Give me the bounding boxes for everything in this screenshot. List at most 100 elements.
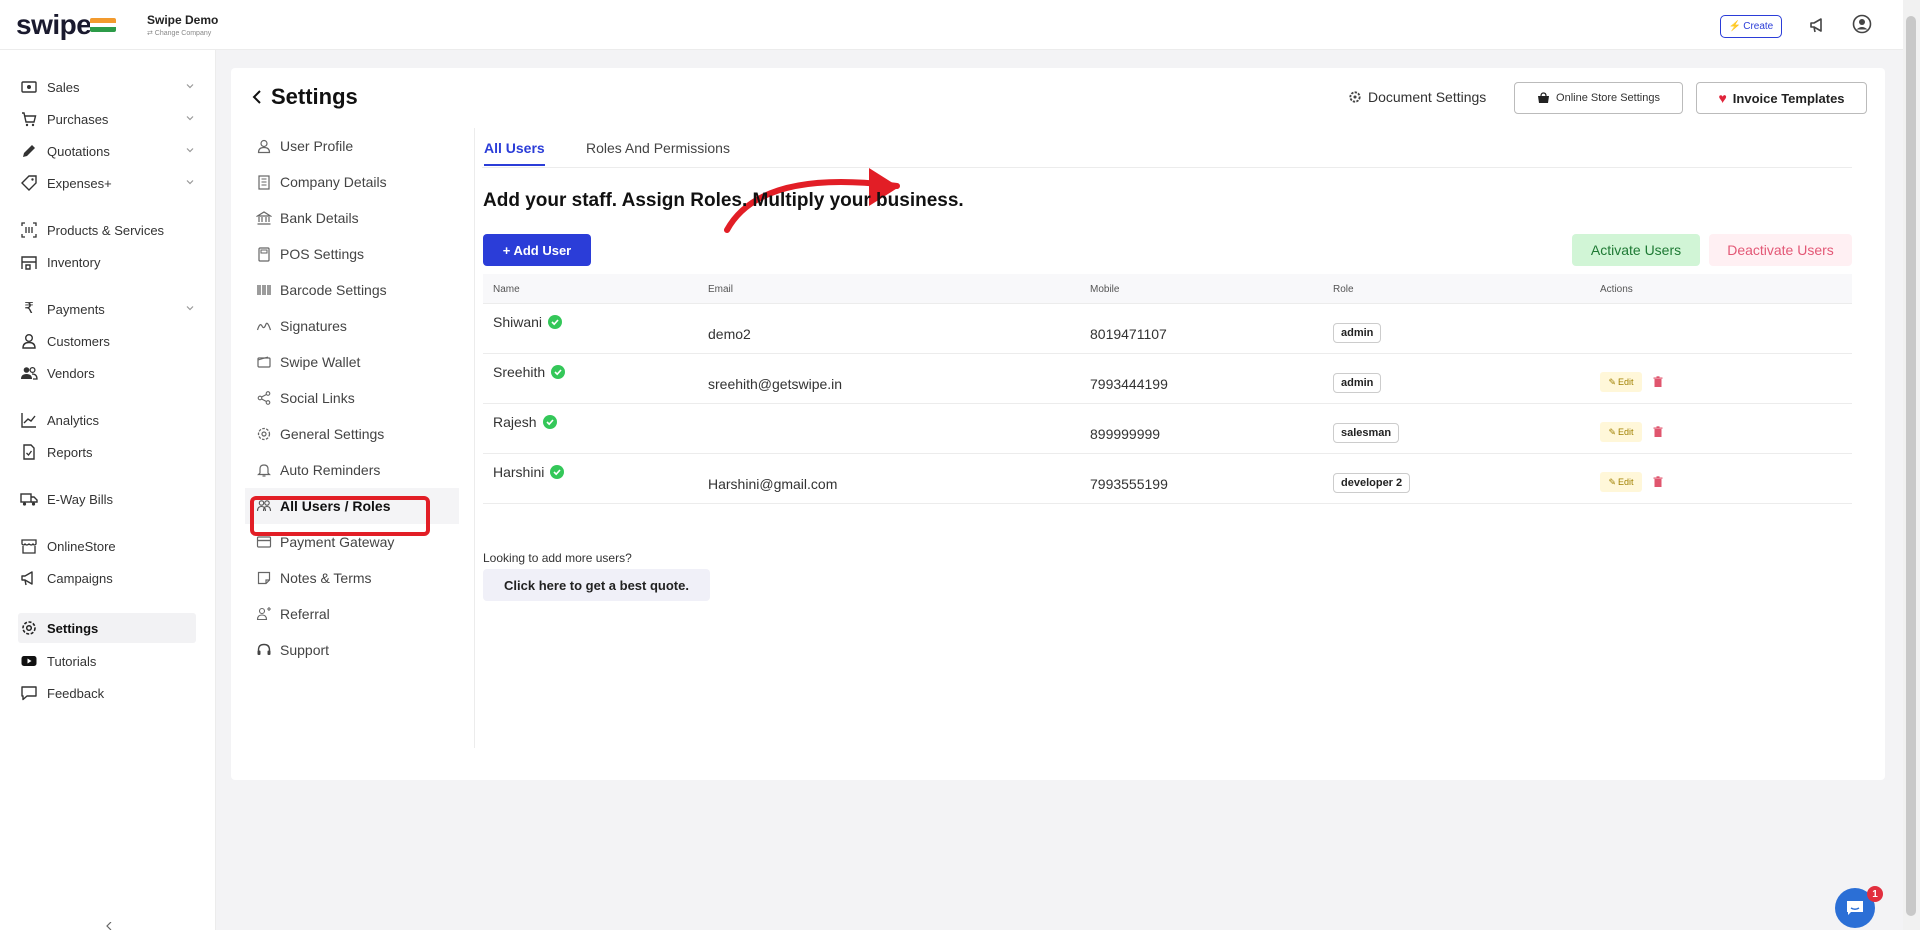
bank-icon — [256, 211, 272, 225]
user-account-icon[interactable] — [1852, 14, 1872, 34]
pos-machine-icon — [258, 247, 270, 262]
menu-item-auto-reminders[interactable]: Auto Reminders — [245, 452, 460, 488]
edit-icon: ✎ — [1608, 376, 1617, 387]
menu-item-label: General Settings — [280, 426, 385, 442]
create-label: Create — [1743, 21, 1774, 32]
sidebar-item-quotations[interactable]: Quotations — [20, 138, 196, 164]
sidebar-item-label: Quotations — [47, 143, 110, 159]
add-user-button[interactable]: + Add User — [483, 234, 591, 266]
menu-item-general-settings[interactable]: General Settings — [245, 416, 460, 452]
scrollbar-thumb[interactable] — [1906, 16, 1916, 916]
menu-item-label: User Profile — [280, 138, 354, 154]
sidebar-item-purchases[interactable]: Purchases — [20, 106, 196, 132]
menu-item-pos-settings[interactable]: POS Settings — [245, 236, 460, 272]
deactivate-users-button[interactable]: Deactivate Users — [1709, 234, 1852, 266]
user-mobile: 7993555199 — [1090, 476, 1168, 492]
table-row: Harshini Harshini@gmail.com 7993555199 d… — [483, 454, 1852, 504]
trash-icon[interactable] — [1650, 374, 1666, 390]
user-name-text: Sreehith — [493, 364, 546, 380]
menu-item-referral[interactable]: Referral — [245, 596, 460, 632]
user-name-text: Harshini — [493, 464, 545, 480]
truck-icon — [20, 493, 38, 506]
user-name: Sreehith — [493, 364, 566, 380]
gear-icon — [257, 427, 271, 441]
settings-card: Settings Document Settings Online Store … — [231, 68, 1885, 780]
page-headline: Add your staff. Assign Roles. Multiply y… — [483, 190, 964, 211]
menu-item-barcode-settings[interactable]: Barcode Settings — [245, 272, 460, 308]
edit-label: Edit — [1618, 427, 1634, 437]
menu-item-bank-details[interactable]: Bank Details — [245, 200, 460, 236]
swipe-logo[interactable]: swipe — [16, 9, 92, 41]
edit-button[interactable]: ✎ Edit — [1600, 422, 1642, 442]
annotation-highlight-box — [250, 496, 430, 536]
menu-item-company-details[interactable]: Company Details — [245, 164, 460, 200]
sidebar-item-products-services[interactable]: Products & Services — [20, 217, 196, 243]
sidebar-item-feedback[interactable]: Feedback — [20, 680, 196, 706]
verified-check-icon — [551, 365, 566, 379]
column-header-mobile: Mobile — [1090, 284, 1120, 295]
user-name-text: Shiwani — [493, 314, 543, 330]
create-button[interactable]: ⚡ Create — [1720, 15, 1782, 38]
menu-item-support[interactable]: Support — [245, 632, 460, 668]
cart-icon — [22, 112, 37, 127]
store-icon — [21, 539, 37, 554]
sidebar-item-label: Settings — [47, 620, 99, 636]
menu-item-label: Barcode Settings — [280, 282, 387, 298]
sidebar-item-sales[interactable]: Sales — [20, 74, 196, 100]
back-chevron-icon[interactable] — [251, 88, 263, 106]
document-settings-link[interactable]: Document Settings — [1348, 89, 1486, 105]
sidebar-item-label: Purchases — [47, 111, 109, 127]
rupee-icon: ₹ — [24, 300, 34, 317]
tab-all-users[interactable]: All Users — [484, 140, 545, 166]
trash-icon[interactable] — [1650, 424, 1666, 440]
sidebar-item-inventory[interactable]: Inventory — [20, 249, 196, 275]
heart-icon: ♥ — [1718, 90, 1727, 106]
online-store-settings-button[interactable]: Online Store Settings — [1514, 82, 1683, 114]
menu-item-label: Social Links — [280, 390, 355, 406]
activate-users-button[interactable]: Activate Users — [1572, 234, 1700, 266]
user-mobile: 899999999 — [1090, 426, 1161, 442]
sidebar-item-eway-bills[interactable]: E-Way Bills — [20, 486, 196, 512]
menu-item-signatures[interactable]: Signatures — [245, 308, 460, 344]
megaphone-icon[interactable] — [1808, 16, 1828, 34]
tab-roles-and-permissions[interactable]: Roles And Permissions — [586, 140, 730, 164]
change-company-link[interactable]: ⇄ Change Company — [147, 29, 218, 37]
menu-item-social-links[interactable]: Social Links — [245, 380, 460, 416]
sidebar-item-campaigns[interactable]: Campaigns — [20, 565, 196, 591]
trash-icon[interactable] — [1650, 474, 1666, 490]
user-name: Rajesh — [493, 414, 557, 430]
collapse-sidebar-icon[interactable] — [104, 922, 114, 930]
referral-icon — [256, 607, 271, 621]
edit-button[interactable]: ✎ Edit — [1600, 372, 1642, 392]
sidebar-item-settings[interactable]: Settings — [18, 613, 196, 643]
menu-item-notes-terms[interactable]: Notes & Terms — [245, 560, 460, 596]
edit-button[interactable]: ✎ Edit — [1600, 472, 1642, 492]
sidebar-item-payments[interactable]: ₹ Payments — [20, 296, 196, 322]
sidebar-item-onlinestore[interactable]: OnlineStore — [20, 533, 196, 559]
person-icon — [257, 139, 271, 154]
menu-item-user-profile[interactable]: User Profile — [245, 128, 460, 164]
get-quote-button[interactable]: Click here to get a best quote. — [483, 569, 710, 601]
page-header[interactable]: Settings — [251, 84, 358, 110]
person-icon — [22, 334, 36, 349]
chevron-down-icon — [186, 180, 194, 185]
sidebar-item-customers[interactable]: Customers — [20, 328, 196, 354]
company-switcher[interactable]: Swipe Demo ⇄ Change Company — [147, 13, 218, 37]
sidebar-item-tutorials[interactable]: Tutorials — [20, 648, 196, 674]
sidebar-item-vendors[interactable]: Vendors — [20, 360, 196, 386]
sidebar-item-reports[interactable]: Reports — [20, 439, 196, 465]
invoice-templates-button[interactable]: ♥ Invoice Templates — [1696, 82, 1867, 114]
online-store-settings-label: Online Store Settings — [1556, 92, 1660, 104]
report-icon — [23, 444, 35, 460]
sidebar-item-expenses[interactable]: Expenses+ — [20, 170, 196, 196]
sidebar-item-analytics[interactable]: Analytics — [20, 407, 196, 433]
table-row: Shiwani demo2 8019471107 admin — [483, 304, 1852, 354]
top-bar: swipe Swipe Demo ⇄ Change Company ⚡ Crea… — [0, 0, 1920, 50]
menu-item-swipe-wallet[interactable]: Swipe Wallet — [245, 344, 460, 380]
left-sidebar: Sales Purchases Quotations Expenses+ Pro… — [0, 50, 216, 930]
menu-item-label: Signatures — [280, 318, 347, 334]
invoice-templates-label: Invoice Templates — [1732, 90, 1845, 106]
menu-item-label: Referral — [280, 606, 330, 622]
settings-menu: User Profile Company Details Bank Detail… — [245, 128, 475, 748]
table-row: Rajesh 899999999 salesman ✎ Edit — [483, 404, 1852, 454]
